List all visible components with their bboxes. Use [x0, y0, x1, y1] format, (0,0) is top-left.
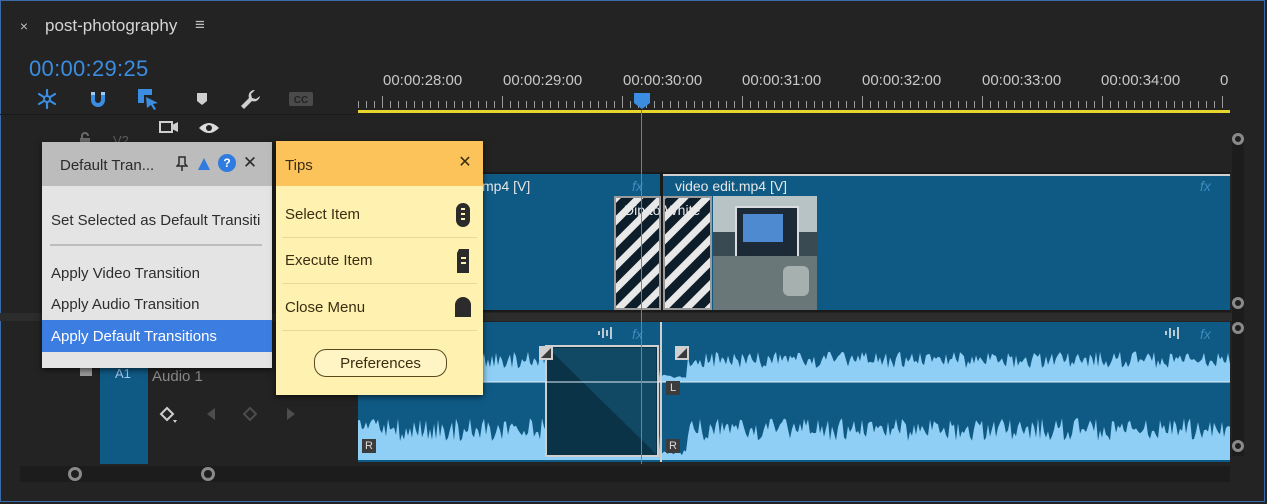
ruler-label: 00:00:30:00 [623, 72, 703, 89]
video-clip-left-label: mp4 [V] [482, 178, 531, 194]
scroll-handle[interactable] [1232, 297, 1244, 309]
scroll-handle[interactable] [1232, 440, 1244, 452]
eye-icon[interactable] [196, 118, 222, 138]
audio-track-name: Audio 1 [152, 368, 203, 385]
default-transitions-panel: Default Tran... ? ✕ Set Selected as Defa… [42, 142, 272, 368]
help-icon[interactable]: ? [218, 154, 236, 172]
keyframe-menu-icon[interactable] [158, 404, 180, 426]
transition-label: Dip to White [624, 202, 701, 218]
clip-thumbnail [713, 196, 817, 310]
fx-badge: fx [1200, 178, 1211, 194]
tips-separator [282, 283, 477, 284]
audio-clip-icon [597, 326, 615, 340]
playhead-line [641, 110, 642, 464]
close-button-icon [454, 296, 472, 318]
close-icon[interactable]: ✕ [457, 154, 473, 171]
audio-waveform[interactable] [358, 322, 1230, 462]
tips-panel: Tips ✕ Select Item Execute Item Close Me… [276, 141, 483, 395]
ruler-label: 00:00:29:00 [503, 72, 583, 89]
zoom-handle-right[interactable] [201, 467, 215, 481]
right-channel-badge: R [666, 439, 680, 453]
menu-item-apply-audio[interactable]: Apply Audio Transition [51, 296, 199, 313]
svg-text:CC: CC [294, 95, 308, 106]
scroll-handle[interactable] [1232, 322, 1244, 334]
menu-item-apply-default[interactable]: Apply Default Transitions [42, 320, 272, 352]
close-sequence-icon[interactable]: × [16, 16, 32, 36]
snap-icon[interactable] [34, 86, 60, 112]
fade-handle-icon[interactable] [675, 346, 689, 360]
scroll-wheel-icon [455, 202, 471, 228]
tip-execute-item: Execute Item [285, 252, 373, 269]
audio-clip-icon [1164, 326, 1182, 340]
sequence-title: post-photography [45, 16, 178, 35]
crossfade-handle-icon[interactable] [539, 346, 553, 360]
pin-icon[interactable] [174, 154, 190, 174]
zoom-handle-left[interactable] [68, 467, 82, 481]
next-keyframe-icon[interactable] [281, 404, 301, 424]
captions-icon[interactable]: CC [288, 86, 314, 112]
video-clip-right-label: video edit.mp4 [V] [675, 178, 788, 194]
left-channel-badge: L [666, 381, 680, 395]
menu-item-apply-video[interactable]: Apply Video Transition [51, 265, 200, 282]
menu-item-set-default[interactable]: Set Selected as Default Transiti [51, 212, 260, 229]
header-divider [0, 114, 356, 115]
add-keyframe-icon[interactable] [240, 404, 260, 424]
ruler-label: 0 [1220, 72, 1229, 89]
audio-track-label: A1 [115, 366, 131, 381]
menu-item-label: Apply Default Transitions [51, 328, 217, 345]
fx-badge: fx [1200, 326, 1211, 342]
scroll-handle[interactable] [1232, 133, 1244, 145]
panel-menu-icon[interactable]: ≡ [190, 14, 210, 36]
dial-press-icon [456, 248, 470, 274]
tip-select-item: Select Item [285, 206, 361, 223]
add-marker-icon[interactable] [189, 86, 215, 112]
linked-selection-icon[interactable] [135, 86, 161, 112]
playhead-handle[interactable] [633, 92, 651, 110]
work-area-bar[interactable] [358, 110, 1230, 113]
wrench-icon[interactable] [238, 86, 264, 112]
ruler-label: 00:00:33:00 [982, 72, 1062, 89]
tips-title: Tips [285, 157, 313, 174]
toggle-track-output-icon[interactable] [157, 118, 181, 138]
magnet-icon[interactable] [85, 86, 111, 112]
time-ruler[interactable] [358, 96, 1230, 108]
close-icon[interactable]: ✕ [241, 153, 259, 173]
ruler-label: 00:00:28:00 [383, 72, 463, 89]
tip-close-menu: Close Menu [285, 299, 366, 316]
ruler-label: 00:00:32:00 [862, 72, 942, 89]
navigate-up-icon[interactable] [196, 155, 212, 173]
prev-keyframe-icon[interactable] [201, 404, 221, 424]
preferences-button[interactable]: Preferences [314, 349, 447, 377]
ruler-label: 00:00:34:00 [1101, 72, 1181, 89]
menu-separator [50, 244, 262, 246]
ruler-label: 00:00:31:00 [742, 72, 822, 89]
right-channel-badge: R [362, 439, 376, 453]
playhead-timecode[interactable]: 00:00:29:25 [29, 56, 149, 82]
tips-separator [282, 330, 477, 331]
tips-separator [282, 237, 477, 238]
panel-title: Default Tran... [60, 157, 155, 174]
